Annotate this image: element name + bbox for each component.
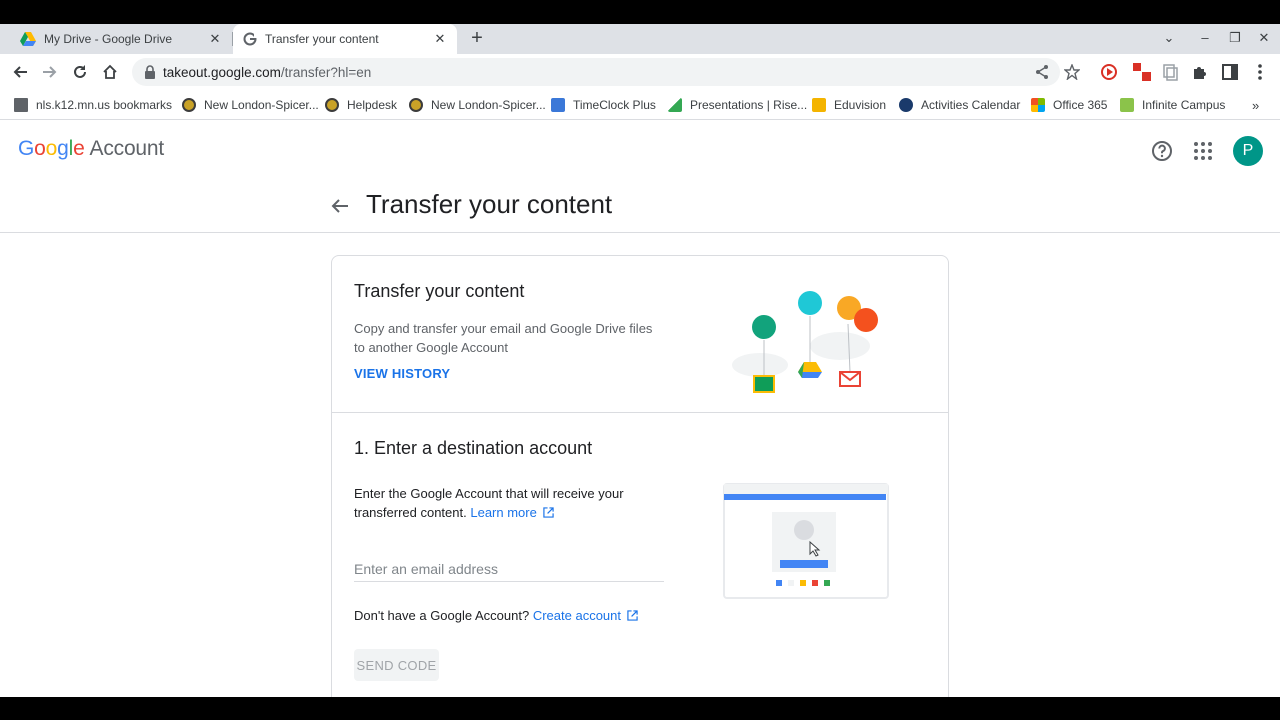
tab-search-icon[interactable]: ⌄: [1159, 30, 1179, 46]
school-logo-icon: [409, 98, 423, 112]
office-icon: [1031, 98, 1045, 112]
bookmark-item[interactable]: Office 365: [1031, 97, 1107, 113]
send-code-button[interactable]: SEND CODE: [354, 649, 439, 681]
balloons-illustration: [732, 291, 878, 393]
step-title: 1. Enter a destination account: [354, 438, 593, 458]
bookmark-label: TimeClock Plus: [573, 98, 656, 112]
chart-icon: [668, 98, 682, 112]
new-tab-button[interactable]: +: [467, 28, 487, 49]
apps-grid-icon[interactable]: [1192, 140, 1214, 162]
share-icon[interactable]: [1034, 64, 1050, 80]
step-description: Enter the Google Account that will recei…: [354, 484, 654, 522]
page-content: Google Account P Transfer your content Tr…: [0, 121, 1280, 697]
tab-title: My Drive - Google Drive: [44, 32, 173, 46]
header-divider: [0, 232, 1280, 233]
bookmark-label: Infinite Campus: [1142, 98, 1226, 112]
screencastify-icon[interactable]: [1099, 62, 1119, 82]
lock-icon: [145, 65, 155, 79]
browser-window: My Drive - Google Drive ✕ Transfer your …: [0, 24, 1280, 697]
email-field[interactable]: [354, 556, 664, 582]
bookmark-label: Activities Calendar: [921, 98, 1021, 112]
google-account-logo[interactable]: Google Account: [18, 137, 164, 161]
bookmark-label: Presentations | Rise...: [690, 98, 808, 112]
extension-copy-icon[interactable]: [1160, 62, 1180, 82]
google-drive-icon: [20, 32, 36, 46]
bookmark-item[interactable]: New London-Spicer...: [409, 97, 546, 113]
google-wordmark: Google: [18, 137, 85, 160]
back-arrow-icon[interactable]: [330, 196, 350, 216]
close-tab-icon[interactable]: ✕: [433, 32, 447, 46]
bookmark-label: New London-Spicer...: [431, 98, 546, 112]
extension-red-icon[interactable]: [1132, 62, 1152, 82]
bookmark-item[interactable]: Presentations | Rise...: [668, 97, 807, 113]
google-g-icon: [243, 32, 257, 46]
card-section-divider: [332, 412, 948, 413]
bookmark-folder[interactable]: nls.k12.mn.us bookmarks: [14, 97, 172, 113]
bookmark-item[interactable]: Activities Calendar: [899, 97, 1020, 113]
restore-icon[interactable]: ❐: [1225, 30, 1245, 46]
home-icon[interactable]: [100, 62, 120, 82]
minimize-icon[interactable]: –: [1195, 30, 1215, 45]
bookmark-star-icon[interactable]: [1064, 64, 1080, 80]
side-panel-icon[interactable]: [1220, 62, 1240, 82]
view-history-link[interactable]: VIEW HISTORY: [354, 366, 450, 381]
bookmark-label: Eduvision: [834, 98, 887, 112]
tab-transfer-content[interactable]: Transfer your content ✕: [233, 24, 457, 54]
reload-icon[interactable]: [70, 62, 90, 82]
school-logo-icon: [182, 98, 196, 112]
calendar-logo-icon: [899, 98, 913, 112]
timeclock-icon: [551, 98, 565, 112]
forward-icon[interactable]: [40, 62, 60, 82]
bookmark-label: Office 365: [1053, 98, 1108, 112]
no-account-row: Don't have a Google Account? Create acco…: [354, 608, 638, 623]
folder-icon: [14, 98, 28, 112]
menu-kebab-icon[interactable]: [1250, 62, 1270, 82]
learn-more-link[interactable]: Learn more: [470, 505, 536, 520]
external-link-icon: [543, 507, 554, 518]
card-description: Copy and transfer your email and Google …: [354, 321, 653, 355]
url-path: /transfer?hl=en: [280, 65, 372, 80]
bookmarks-bar: nls.k12.mn.us bookmarks New London-Spice…: [0, 90, 1280, 120]
external-link-icon: [627, 610, 638, 621]
bookmark-item[interactable]: Infinite Campus: [1120, 97, 1225, 113]
url-text: takeout.google.com/transfer?hl=en: [163, 65, 371, 80]
account-wordmark: Account: [89, 137, 165, 160]
more-bookmarks-icon[interactable]: »: [1252, 97, 1259, 113]
browser-illustration: [723, 483, 889, 599]
help-icon[interactable]: [1151, 140, 1173, 162]
close-tab-icon[interactable]: ✕: [208, 32, 222, 46]
url-host: takeout.google.com: [163, 65, 281, 80]
card-title: Transfer your content: [354, 281, 525, 301]
bookmark-label: Helpdesk: [347, 98, 398, 112]
extensions-puzzle-icon[interactable]: [1190, 62, 1210, 82]
back-icon[interactable]: [10, 62, 30, 82]
create-account-link[interactable]: Create account: [533, 608, 621, 623]
transfer-card: Transfer your content Copy and transfer …: [331, 255, 949, 697]
bookmark-item[interactable]: TimeClock Plus: [551, 97, 656, 113]
bookmark-item[interactable]: New London-Spicer...: [182, 97, 319, 113]
address-bar[interactable]: takeout.google.com/transfer?hl=en: [132, 58, 1080, 86]
browser-toolbar: takeout.google.com/transfer?hl=en: [0, 54, 1280, 90]
school-logo-icon: [325, 98, 339, 112]
eduvision-icon: [812, 98, 826, 112]
page-title: Transfer your content: [366, 189, 613, 219]
bookmark-item[interactable]: Eduvision: [812, 97, 886, 113]
bookmark-item[interactable]: Helpdesk: [325, 97, 397, 113]
bookmark-label: New London-Spicer...: [204, 98, 319, 112]
tab-my-drive[interactable]: My Drive - Google Drive ✕: [10, 24, 232, 54]
tab-strip: My Drive - Google Drive ✕ Transfer your …: [0, 24, 1280, 54]
no-account-text: Don't have a Google Account?: [354, 608, 530, 623]
tab-title: Transfer your content: [265, 32, 379, 46]
campus-icon: [1120, 98, 1134, 112]
bookmark-label: nls.k12.mn.us bookmarks: [36, 98, 173, 112]
close-window-icon[interactable]: ✕: [1254, 30, 1274, 46]
avatar[interactable]: P: [1233, 136, 1263, 166]
